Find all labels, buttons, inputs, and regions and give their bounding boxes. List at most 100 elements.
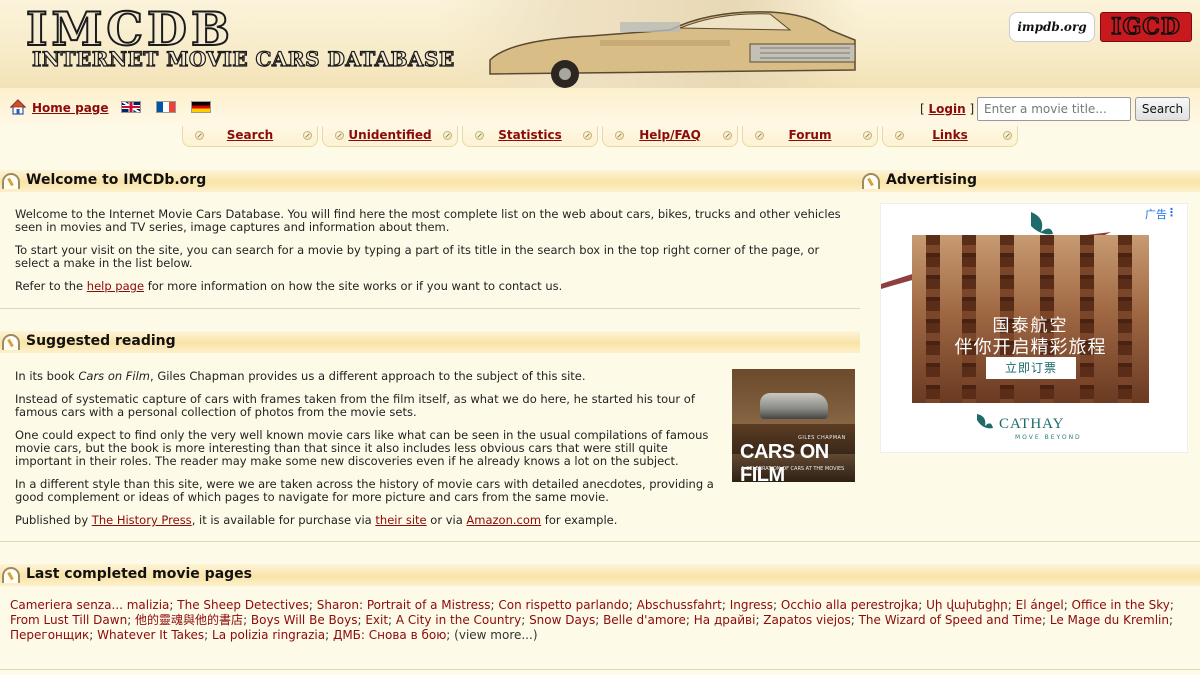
section-divider [0, 308, 860, 309]
nav-tab-label[interactable]: Statistics [498, 128, 562, 142]
help-page-link[interactable]: help page [87, 279, 144, 293]
knob-icon [723, 131, 732, 140]
movie-link[interactable]: La polizia ringrazia [212, 628, 325, 642]
home-link[interactable]: Home page [10, 98, 109, 115]
book-cover-subtitle: A CELEBRATION OF CARS AT THE MOVIES [741, 466, 845, 472]
knob-icon [863, 131, 872, 140]
list-separator: ; [773, 598, 781, 612]
nav-tab-search[interactable]: Search [182, 126, 318, 147]
movie-link[interactable]: Con rispetto parlando [498, 598, 628, 612]
advertising-section-header: Advertising [860, 170, 1200, 192]
nav-tab-label[interactable]: Unidentified [348, 128, 431, 142]
knob-icon [475, 131, 484, 140]
banner-car-illustration [489, 11, 856, 88]
book-cover-title: CARS ON FILM [740, 441, 829, 482]
movie-link[interactable]: The Sheep Detectives [177, 598, 309, 612]
advertising-title: Advertising [886, 172, 977, 188]
main-nav: Search Unidentified Statistics Help/FAQ … [182, 126, 1018, 147]
movie-link[interactable]: Belle d'amore [603, 613, 686, 627]
movie-link[interactable]: The Wizard of Speed and Time [859, 613, 1042, 627]
impdb-partner-logo[interactable]: impdb.org [1009, 12, 1095, 42]
advertisement-banner[interactable]: 广告 ⋮ 国泰航空 伴你开启精彩旅程 立即订票 CATHAY MOVE BEYO… [880, 203, 1188, 453]
movie-link[interactable]: Սի վախեցիր [926, 598, 1008, 612]
list-separator: ; [1169, 613, 1174, 627]
nav-tab-label[interactable]: Forum [789, 128, 832, 142]
list-separator: ; [388, 613, 396, 627]
reading-paragraph: Published by The History Press, it is av… [15, 513, 618, 527]
list-separator: ; [1063, 598, 1072, 612]
movie-search-input[interactable] [977, 97, 1131, 121]
book-title-text: Cars on Film [78, 369, 151, 383]
movie-link[interactable]: Sharon: Portrait of a Mistress [317, 598, 491, 612]
movie-link[interactable]: Перегонщик [10, 628, 89, 642]
list-separator: ; [595, 613, 604, 627]
movie-link[interactable]: Boys Will Be Boys [251, 613, 358, 627]
their-site-link[interactable]: their site [375, 513, 426, 527]
gauge-icon [2, 334, 20, 350]
nav-tab-forum[interactable]: Forum [742, 126, 878, 147]
list-separator: ; [204, 628, 213, 642]
movie-link[interactable]: 他的靈魂與他的書店 [135, 613, 243, 627]
knob-icon [1003, 131, 1012, 140]
view-more-link[interactable]: (view more...) [454, 628, 537, 642]
reading-paragraph: One could expect to find only the very w… [15, 428, 709, 468]
movie-link[interactable]: Cameriera senza... malizia [10, 598, 169, 612]
movie-link[interactable]: Snow Days [529, 613, 595, 627]
movie-link[interactable]: ДМБ: Снова в бою [333, 628, 446, 642]
reading-title: Suggested reading [26, 333, 176, 349]
movie-link[interactable]: Ingress [730, 598, 773, 612]
knob-icon [335, 131, 344, 140]
movie-link[interactable]: Exit [365, 613, 388, 627]
welcome-paragraph: To start your visit on the site, you can… [15, 243, 820, 270]
german-flag-icon[interactable] [191, 101, 211, 113]
nav-tab-label[interactable]: Help/FAQ [639, 128, 701, 142]
movie-link[interactable]: Zapatos viejos [763, 613, 850, 627]
movie-link[interactable]: A City in the Country [396, 613, 521, 627]
list-separator: ; [1042, 613, 1050, 627]
knob-icon [443, 131, 452, 140]
site-logo-subtitle: INTERNET MOVIE CARS DATABASE [31, 46, 455, 71]
movie-link[interactable]: From Lust Till Dawn [10, 613, 127, 627]
nav-tab-help-faq[interactable]: Help/FAQ [602, 126, 738, 147]
history-press-link[interactable]: The History Press [92, 513, 192, 527]
list-separator: ; [1007, 598, 1016, 612]
login-bracket-open: [ [920, 102, 925, 116]
ad-subheadline: 伴你开启精彩旅程 [954, 337, 1107, 358]
knob-icon [583, 131, 592, 140]
movie-link[interactable]: На драйві [694, 613, 756, 627]
reading-paragraph: Instead of systematic capture of cars wi… [15, 392, 695, 419]
cathay-logo-icon [977, 414, 993, 429]
movie-link[interactable]: Occhio alla perestrojka [781, 598, 918, 612]
nav-tab-links[interactable]: Links [882, 126, 1018, 147]
movie-link[interactable]: El ángel [1016, 598, 1064, 612]
knob-icon [303, 131, 312, 140]
home-link-label[interactable]: Home page [32, 101, 109, 115]
ad-cta-button[interactable]: 立即订票 [986, 357, 1076, 379]
last-movies-title: Last completed movie pages [26, 566, 252, 582]
nav-tab-label[interactable]: Search [227, 128, 273, 142]
list-separator: ; [918, 598, 927, 612]
login-bracket-close: ] [969, 102, 975, 116]
nav-tab-unidentified[interactable]: Unidentified [322, 126, 458, 147]
book-cover-image[interactable]: GILES CHAPMAN CARS ON FILM A CELEBRATION… [732, 369, 855, 482]
welcome-section-header: Welcome to IMCDb.org [0, 170, 860, 192]
movie-link[interactable]: Le Mage du Kremlin [1050, 613, 1169, 627]
movie-link[interactable]: Whatever It Takes [97, 628, 204, 642]
movie-link[interactable]: Office in the Sky [1072, 598, 1170, 612]
welcome-paragraph: Refer to the help page for more informat… [15, 279, 563, 293]
english-flag-icon[interactable] [121, 101, 141, 113]
gauge-icon [2, 173, 20, 189]
nav-tab-statistics[interactable]: Statistics [462, 126, 598, 147]
list-separator: ; [521, 613, 530, 627]
movie-link[interactable]: Abschussfahrt [637, 598, 722, 612]
search-button[interactable]: Search [1135, 97, 1190, 121]
login-link[interactable]: Login [929, 102, 966, 116]
knob-icon [895, 131, 904, 140]
book-cover-car [760, 393, 828, 419]
igcd-partner-logo[interactable]: IGCD [1100, 12, 1192, 42]
list-separator: ; [127, 613, 136, 627]
french-flag-icon[interactable] [156, 101, 176, 113]
amazon-link[interactable]: Amazon.com [466, 513, 541, 527]
nav-tab-label[interactable]: Links [932, 128, 967, 142]
reading-body: In its book Cars on Film, Giles Chapman … [15, 370, 725, 537]
